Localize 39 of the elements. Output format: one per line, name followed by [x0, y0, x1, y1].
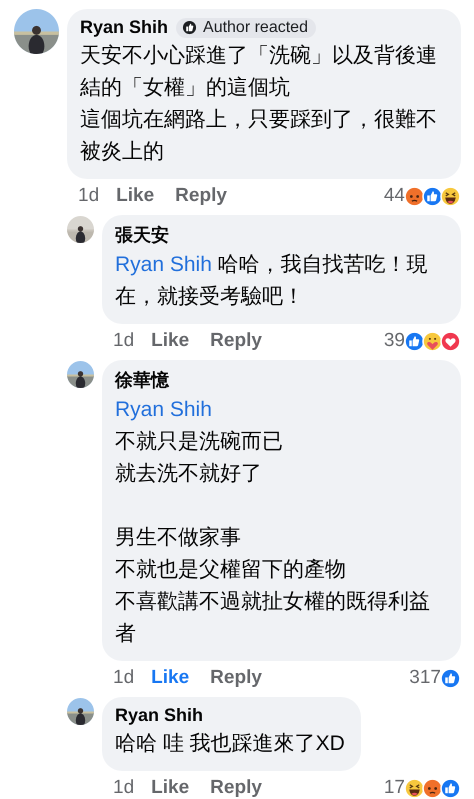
reply-button[interactable]: Reply	[175, 185, 227, 207]
author-name[interactable]: Ryan Shih	[115, 705, 204, 726]
author-name[interactable]: 徐華憶	[115, 368, 169, 392]
like-reaction-icon	[422, 186, 443, 206]
author-reacted-badge: Author reacted	[176, 18, 316, 38]
comment-text: 天安不小心踩進了「洗碗」以及背後連結的「女權」的這個坑 這個坑在網路上，只要踩到了，很難不被炎上的	[80, 43, 438, 165]
comment-time: 1d	[113, 330, 134, 352]
reaction-count[interactable]: 317	[409, 667, 441, 689]
reply-button[interactable]: Reply	[210, 330, 262, 352]
comment-text: Ryan Shih 不就只是洗碗而已 就去洗不就好了	[115, 397, 284, 487]
mention-link[interactable]: Ryan Shih	[115, 398, 212, 421]
like-button[interactable]: Like	[151, 777, 190, 799]
comment-text: 男生不做家事 不就也是父權留下的產物 不喜歡講不過就扯女權的既得利益者	[115, 525, 431, 647]
comment-time: 1d	[113, 777, 134, 799]
mention-link[interactable]: Ryan Shih	[115, 253, 212, 276]
laughing-reaction-icon	[404, 778, 425, 798]
heart-reaction-icon	[440, 330, 461, 352]
reply-button[interactable]: Reply	[210, 777, 262, 799]
comment-text: Ryan Shih 哈哈，我自找苦吃！現在，就接受考驗吧！	[115, 252, 429, 310]
like-reaction-icon	[404, 330, 425, 352]
author-name[interactable]: 張天安	[115, 223, 169, 247]
reaction-count[interactable]: 39	[384, 330, 405, 352]
comment-text: 哈哈 哇 我也踩進來了XD	[115, 731, 345, 757]
angry-reaction-icon	[422, 778, 443, 798]
angry-reaction-icon	[404, 186, 425, 206]
comment-time: 1d	[78, 185, 100, 207]
badge-icon	[182, 20, 198, 35]
like-button[interactable]: Like	[116, 185, 154, 207]
laughing-reaction-icon	[440, 186, 461, 206]
reaction-count[interactable]: 44	[384, 185, 405, 207]
like-button[interactable]: Like	[151, 667, 190, 689]
author-name[interactable]: Ryan Shih	[80, 17, 168, 38]
like-reaction-icon	[440, 778, 461, 798]
care-reaction-icon	[422, 330, 443, 352]
like-reaction-icon	[440, 668, 461, 688]
comment-time: 1d	[113, 667, 134, 689]
reply-button[interactable]: Reply	[210, 667, 262, 689]
reaction-count[interactable]: 17	[384, 777, 405, 799]
like-button[interactable]: Like	[151, 330, 190, 352]
